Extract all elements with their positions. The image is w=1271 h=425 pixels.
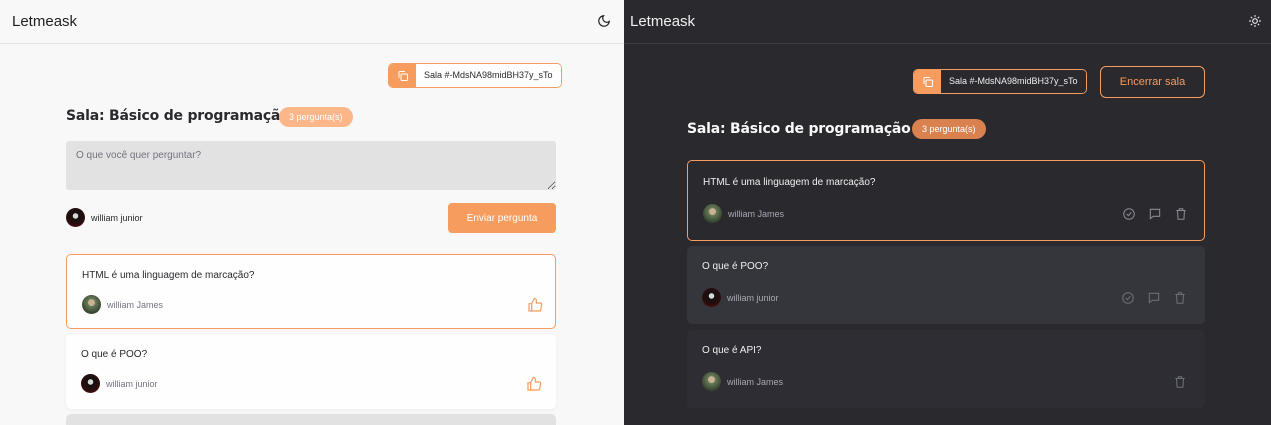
close-room-button[interactable]: Encerrar sala	[1100, 66, 1205, 98]
avatar	[81, 374, 100, 393]
author-name: william junior	[106, 378, 158, 389]
room-title: Sala: Básico de programação	[687, 121, 911, 137]
check-circle-icon[interactable]	[1120, 290, 1136, 306]
copy-icon	[914, 70, 941, 93]
question-text: HTML é uma linguagem de marcação?	[703, 177, 876, 188]
current-user-name: william junior	[91, 212, 143, 223]
question-card	[66, 414, 556, 425]
question-text: O que é POO?	[81, 349, 148, 360]
trash-icon[interactable]	[1172, 374, 1188, 390]
chat-bubble-icon[interactable]	[1147, 206, 1163, 222]
copy-room-code-button[interactable]: Sala #-MdsNA98midBH37y_sTo	[913, 69, 1087, 94]
question-actions	[1120, 290, 1188, 306]
question-count-badge: 3 pergunta(s)	[279, 107, 353, 127]
like-icon[interactable]	[526, 376, 542, 392]
question-author: william James	[82, 295, 163, 314]
like-icon[interactable]	[527, 297, 543, 313]
author-name: william James	[727, 376, 784, 387]
question-text: O que é API?	[702, 345, 762, 356]
room-title: Sala: Básico de programação	[66, 108, 290, 124]
question-card: HTML é uma linguagem de marcação? willia…	[687, 160, 1205, 241]
question-text: HTML é uma linguagem de marcação?	[82, 270, 255, 281]
question-card: O que é POO? william junior	[687, 246, 1205, 324]
check-circle-icon[interactable]	[1121, 206, 1137, 222]
room-code-label: Sala #-MdsNA98midBH37y_sTo	[941, 70, 1086, 93]
header: Letmeask	[0, 0, 624, 44]
copy-room-code-button[interactable]: Sala #-MdsNA98midBH37y_sTo	[388, 63, 562, 88]
question-author: william James	[702, 372, 783, 391]
question-actions	[1121, 206, 1189, 222]
logo: Letmeask	[12, 13, 78, 30]
room-code-label: Sala #-MdsNA98midBH37y_sTo	[416, 64, 561, 87]
question-count-badge: 3 pergunta(s)	[912, 119, 986, 139]
moon-icon[interactable]	[594, 11, 614, 31]
question-text: O que é POO?	[702, 261, 769, 272]
light-theme-panel: Letmeask Sala #-MdsNA98midBH37y_sTo Sala…	[0, 0, 624, 425]
avatar	[703, 204, 722, 223]
send-question-button[interactable]: Enviar pergunta	[448, 203, 556, 233]
question-card: HTML é uma linguagem de marcação? willia…	[66, 254, 556, 329]
question-card: O que é API? william James	[687, 330, 1205, 408]
author-name: william James	[728, 208, 785, 219]
header: Letmeask	[624, 0, 1271, 44]
question-author: william junior	[81, 374, 158, 393]
author-name: william James	[107, 299, 164, 310]
chat-bubble-icon[interactable]	[1146, 290, 1162, 306]
current-user: william junior	[66, 208, 143, 227]
logo: Letmeask	[630, 13, 696, 30]
question-actions	[1172, 374, 1188, 390]
question-card: O que é POO? william junior	[66, 334, 556, 409]
question-author: william James	[703, 204, 784, 223]
sun-icon[interactable]	[1245, 11, 1265, 31]
avatar	[66, 208, 85, 227]
question-author: william junior	[702, 288, 779, 307]
trash-icon[interactable]	[1173, 206, 1189, 222]
dark-theme-panel: Letmeask Sala #-MdsNA98midBH37y_sTo Ence…	[624, 0, 1271, 425]
copy-icon	[389, 64, 416, 87]
avatar	[702, 288, 721, 307]
avatar	[702, 372, 721, 391]
avatar	[82, 295, 101, 314]
question-input[interactable]	[66, 141, 556, 190]
author-name: william junior	[727, 292, 779, 303]
trash-icon[interactable]	[1172, 290, 1188, 306]
